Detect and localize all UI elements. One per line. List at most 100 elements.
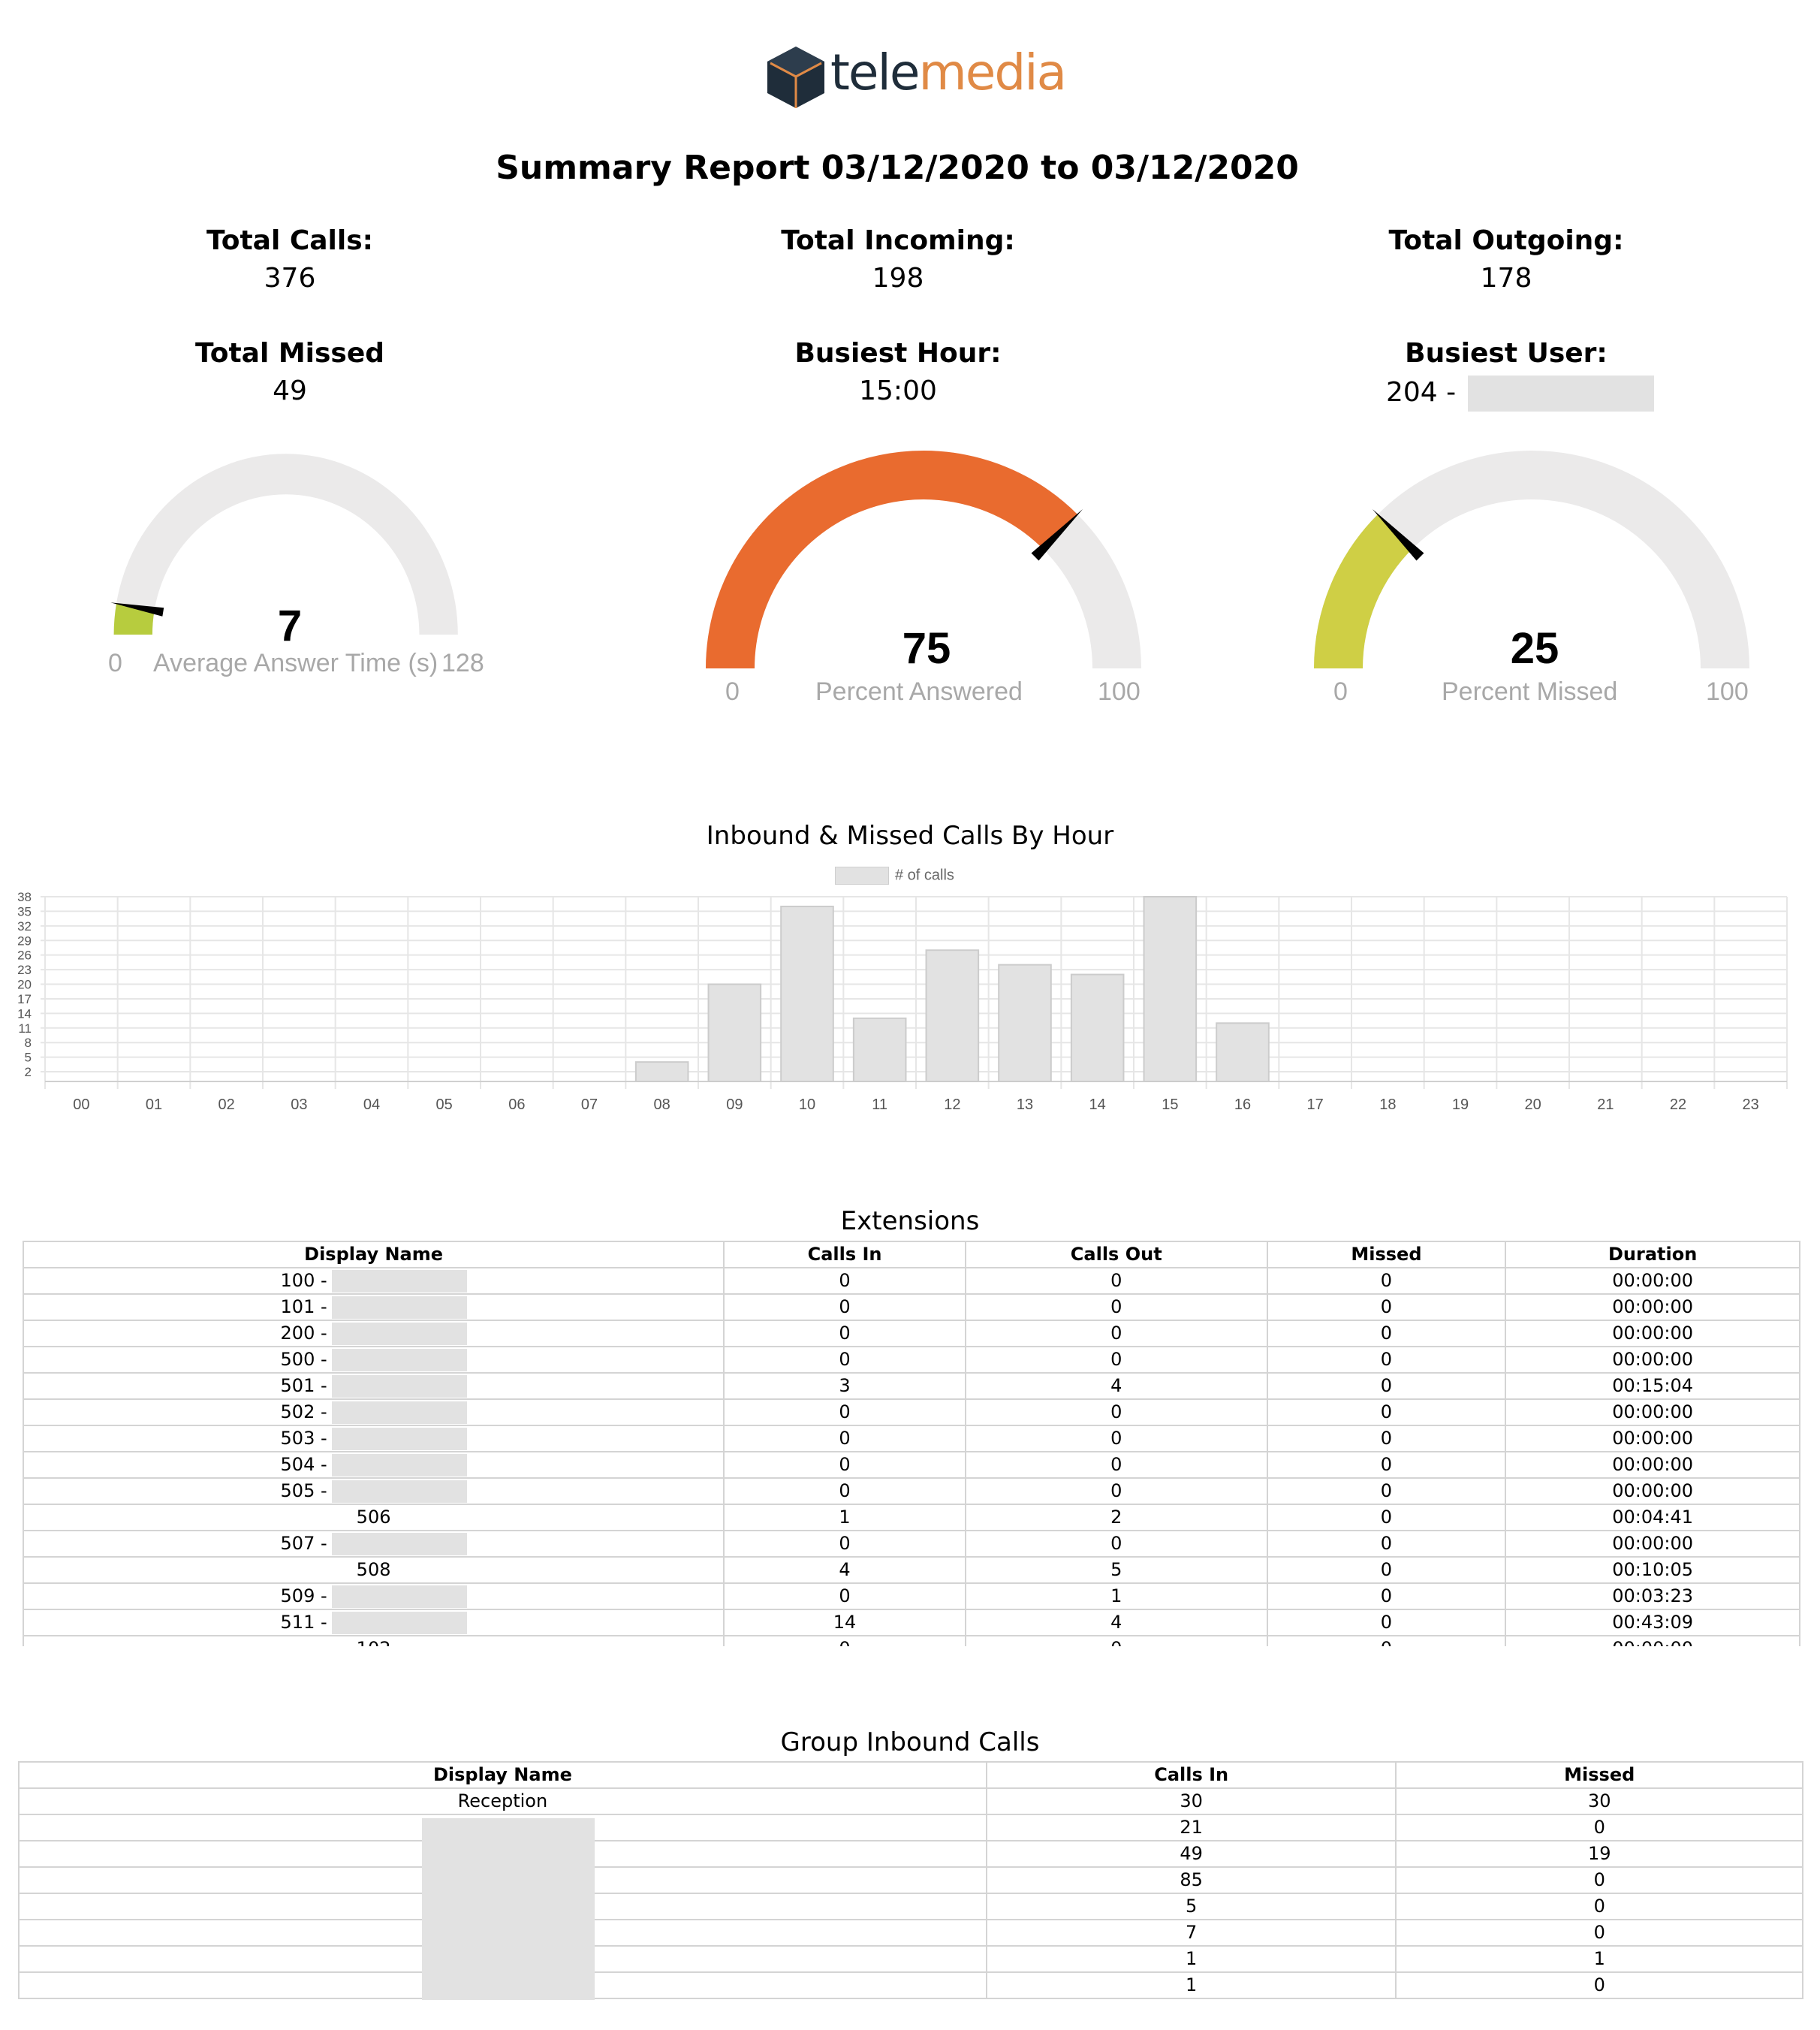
- extension-row[interactable]: 101 -0 0 0 00:00:00: [23, 1293, 1800, 1321]
- extension-name-cell: 508: [23, 1556, 725, 1584]
- extension-missed-cell: 0: [1266, 1293, 1507, 1321]
- x-tick-label: 01: [146, 1096, 162, 1113]
- x-tick-label: 11: [872, 1096, 887, 1113]
- extension-name: 100 -: [280, 1270, 327, 1291]
- extensions-table-scroll[interactable]: Display Name Calls In Calls Out Missed Durat…: [23, 1241, 1800, 1646]
- extension-missed-cell: 0: [1266, 1477, 1507, 1505]
- extension-duration-cell: 00:00:00: [1505, 1267, 1800, 1295]
- extension-row[interactable]: 501 - 3 4 0 00:15:04: [23, 1372, 1800, 1400]
- extension-row[interactable]: 507 -0 0 0 00:00:00: [23, 1530, 1800, 1558]
- redacted-name: [331, 1401, 467, 1424]
- group-missed-cell: 0: [1395, 1971, 1803, 1999]
- group-in-cell: 7: [985, 1919, 1397, 1947]
- extension-name-cell: 504 -: [23, 1451, 725, 1479]
- group-missed-cell: 0: [1395, 1814, 1803, 1841]
- group-row[interactable]: Reception 30 30: [18, 1787, 1803, 1815]
- extension-in-cell: 0: [723, 1582, 966, 1610]
- extension-row[interactable]: 503 -0 0 0 00:00:00: [23, 1425, 1800, 1452]
- extension-duration-cell: 00:00:00: [1505, 1635, 1800, 1646]
- group-row[interactable]: 49 19: [18, 1840, 1803, 1868]
- extension-missed-cell: 0: [1266, 1609, 1507, 1636]
- total-incoming-label: Total Incoming:: [781, 225, 1015, 256]
- group-row[interactable]: 11: [18, 1945, 1803, 1973]
- total-missed-value: 49: [273, 376, 307, 406]
- extensions-col-header: Duration: [1505, 1241, 1800, 1268]
- extension-name-cell: 500 -: [23, 1346, 725, 1374]
- x-tick-label: 04: [363, 1096, 380, 1113]
- group-row[interactable]: 50: [18, 1893, 1803, 1920]
- group-row[interactable]: 21 0: [18, 1814, 1803, 1841]
- group-missed-cell: 0: [1395, 1919, 1803, 1947]
- redacted-name: [331, 1349, 467, 1371]
- extension-in-cell: 0: [723, 1267, 966, 1295]
- x-tick-label: 17: [1307, 1096, 1324, 1113]
- extension-duration-cell: 00:10:05: [1505, 1556, 1800, 1584]
- extension-name: 508: [356, 1559, 391, 1580]
- chart-legend[interactable]: # of calls: [835, 867, 954, 885]
- x-tick-label: 07: [581, 1096, 598, 1113]
- extension-row[interactable]: 505 -0 0 0 00:00:00: [23, 1477, 1800, 1505]
- extension-missed-cell: 0: [1266, 1425, 1507, 1452]
- extension-in-cell: 0: [723, 1530, 966, 1558]
- percent-answered-label: Percent Answered: [815, 677, 1023, 706]
- extension-out-cell: 4: [964, 1609, 1268, 1636]
- legend-swatch: [835, 867, 889, 885]
- group-row[interactable]: 85 0: [18, 1866, 1803, 1894]
- answer-time-max: 128: [441, 649, 484, 677]
- answer-time-label: Average Answer Time (s): [153, 649, 438, 677]
- extension-duration-cell: 00:00:00: [1505, 1451, 1800, 1479]
- extension-duration-cell: 00:00:00: [1505, 1530, 1800, 1558]
- x-tick-label: 14: [1089, 1096, 1106, 1113]
- group-col-header: Display Name: [18, 1761, 987, 1789]
- extension-out-cell: 1: [964, 1582, 1268, 1610]
- extension-row[interactable]: 511 - 14 4 0 00:43:09: [23, 1609, 1800, 1636]
- extensions-col-header: Calls In: [723, 1241, 966, 1268]
- extension-row[interactable]: 100 -0 0 0 00:00:00: [23, 1267, 1800, 1295]
- extension-name: 200 -: [280, 1323, 327, 1344]
- extension-duration-cell: 00:00:00: [1505, 1398, 1800, 1426]
- group-table-wrap: Display Name Calls In Missed Reception 30 30…: [18, 1761, 1803, 2000]
- redacted-name: [331, 1428, 467, 1450]
- y-tick-label: 14: [17, 1006, 32, 1021]
- extension-missed-cell: 0: [1266, 1504, 1507, 1531]
- extension-name: 501 -: [280, 1375, 327, 1396]
- extension-row[interactable]: 500 -0 0 0 00:00:00: [23, 1346, 1800, 1374]
- bar-hour-15: [1143, 896, 1198, 1082]
- extension-out-cell: 0: [964, 1635, 1268, 1646]
- x-tick-label: 00: [73, 1096, 89, 1113]
- x-tick-label: 21: [1597, 1096, 1614, 1113]
- extension-row[interactable]: 200 -0 0 0 00:00:00: [23, 1320, 1800, 1347]
- extension-row[interactable]: 508 4 5 0 00:10:05: [23, 1556, 1800, 1584]
- busiest-hour-label: Busiest Hour:: [794, 338, 1002, 369]
- total-incoming-value: 198: [872, 263, 924, 294]
- group-row[interactable]: 10: [18, 1971, 1803, 1999]
- x-tick-label: 06: [508, 1096, 525, 1113]
- extension-name-cell: 101 -: [23, 1293, 725, 1321]
- extension-in-cell: 0: [723, 1320, 966, 1347]
- group-missed-cell: 0: [1395, 1866, 1803, 1894]
- group-row[interactable]: 70: [18, 1919, 1803, 1947]
- extension-row[interactable]: 502 -0 0 0 00:00:00: [23, 1398, 1800, 1426]
- percent-answered-min: 0: [725, 677, 740, 706]
- group-calls-table: Display Name Calls In Missed Reception 30 30…: [18, 1761, 1803, 1999]
- redacted-name: [331, 1375, 467, 1398]
- extension-row[interactable]: 509 -0 1 0 00:03:23: [23, 1582, 1800, 1610]
- cube-logo-icon: [767, 47, 824, 108]
- extension-duration-cell: 00:00:00: [1505, 1346, 1800, 1374]
- extension-name-cell: 100 -: [23, 1267, 725, 1295]
- percent-answered-max: 100: [1098, 677, 1141, 706]
- extension-row[interactable]: 10200000:00:00: [23, 1635, 1800, 1646]
- bar-hour-13: [998, 964, 1052, 1082]
- group-in-cell: 5: [985, 1893, 1397, 1920]
- extension-row[interactable]: 506 1 2 0 00:04:41: [23, 1504, 1800, 1531]
- y-tick-label: 29: [17, 934, 32, 948]
- extensions-col-header: Calls Out: [964, 1241, 1268, 1268]
- total-calls-label: Total Calls:: [206, 225, 374, 256]
- group-missed-cell: 19: [1395, 1840, 1803, 1868]
- extension-out-cell: 0: [964, 1477, 1268, 1505]
- bar-hour-09: [707, 983, 762, 1082]
- extension-name-cell: 507 -: [23, 1530, 725, 1558]
- busiest-hour-value: 15:00: [859, 376, 937, 406]
- extension-row[interactable]: 504 -0 0 0 00:00:00: [23, 1451, 1800, 1479]
- percent-missed-label: Percent Missed: [1442, 677, 1618, 706]
